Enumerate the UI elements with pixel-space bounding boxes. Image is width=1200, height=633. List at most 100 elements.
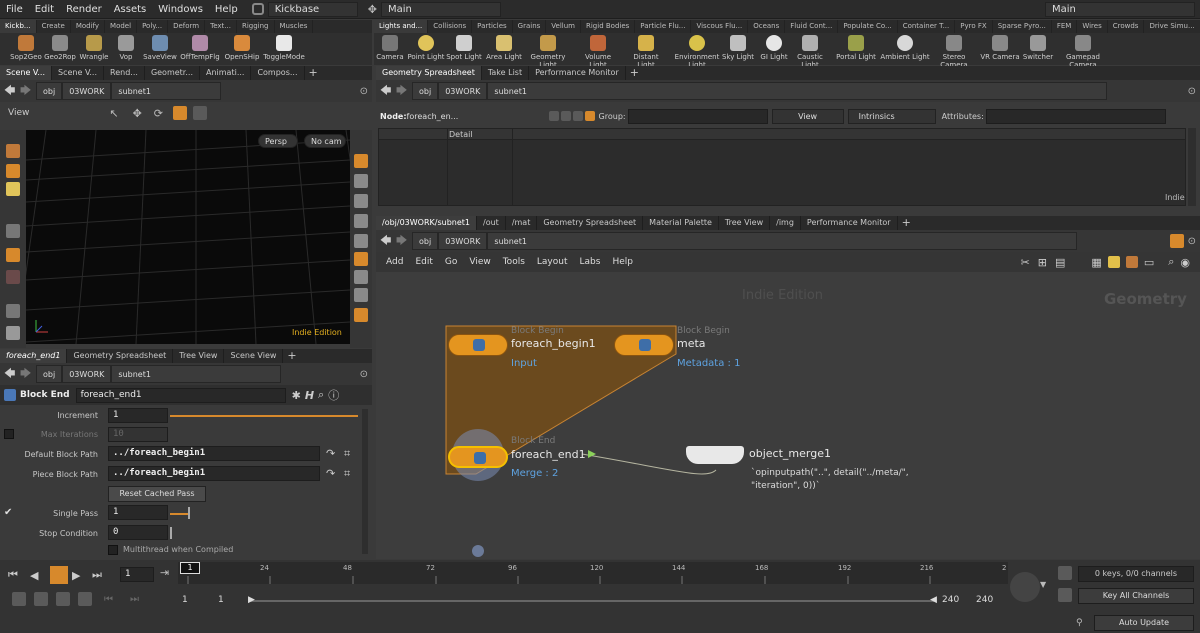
shelf-tab[interactable]: Container T...: [898, 20, 956, 33]
menu-render[interactable]: Render: [60, 0, 108, 19]
shelf-tab[interactable]: Text...: [205, 20, 237, 33]
tab-animation[interactable]: Animati...: [200, 66, 252, 80]
points-icon[interactable]: [548, 111, 559, 121]
add-tab-icon[interactable]: +: [898, 216, 915, 230]
snapshot-icon[interactable]: [354, 308, 368, 322]
lock-camera-icon[interactable]: [6, 248, 20, 262]
play-reverse-icon[interactable]: ◀: [30, 569, 50, 582]
tool-area-light[interactable]: Area Light: [482, 35, 526, 61]
shelf-tab[interactable]: Pyro FX: [955, 20, 993, 33]
params-scrollbar[interactable]: [362, 409, 368, 554]
tab-img[interactable]: /img: [770, 216, 801, 230]
shelf-tab[interactable]: Muscles: [275, 20, 314, 33]
pin-icon[interactable]: ⊙: [1188, 86, 1196, 97]
tab-out[interactable]: /out: [477, 216, 506, 230]
tab-geometry-spreadsheet[interactable]: Geometry Spreadsheet: [67, 349, 174, 363]
persp-menu[interactable]: Persp: [258, 134, 298, 148]
path-subnet1[interactable]: subnet1: [111, 82, 222, 100]
forward-arrow-icon[interactable]: 🡆: [20, 365, 36, 384]
help-icon[interactable]: H: [305, 389, 314, 402]
loop-icon[interactable]: [56, 592, 70, 606]
key-prev-icon[interactable]: ⏮: [104, 594, 113, 605]
layout-icon[interactable]: ▭: [1144, 256, 1154, 269]
tool-openship[interactable]: OpenSHip: [220, 35, 264, 61]
info-icon[interactable]: ⓘ: [328, 387, 339, 403]
channel-icon[interactable]: [1058, 566, 1072, 580]
pin-icon[interactable]: ⊙: [1188, 236, 1196, 247]
menu-assets[interactable]: Assets: [108, 0, 153, 19]
menu-tools[interactable]: Tools: [503, 257, 525, 267]
end1-name[interactable]: foreach_end1: [511, 448, 586, 461]
tab-scene-view[interactable]: Scene View: [224, 349, 284, 363]
single-pass-slider[interactable]: [170, 513, 188, 515]
shelf-tab[interactable]: FEM: [1052, 20, 1078, 33]
path-03work[interactable]: 03WORK: [62, 365, 112, 383]
group-field[interactable]: [627, 108, 768, 124]
jump-icon[interactable]: ↷: [326, 447, 335, 460]
image-icon[interactable]: [1125, 256, 1138, 268]
shelf-tab[interactable]: Deform: [168, 20, 206, 33]
right-context-dropdown[interactable]: Main: [1045, 2, 1195, 17]
key-next-icon[interactable]: ⏭: [130, 594, 139, 605]
menu-labs[interactable]: Labs: [580, 257, 601, 267]
view-display-icon[interactable]: [6, 326, 20, 340]
shelf-tab[interactable]: Grains: [513, 20, 547, 33]
snap-icon[interactable]: [6, 270, 20, 284]
shelf-tab[interactable]: Sparse Pyro...: [993, 20, 1052, 33]
tool-spot-light[interactable]: Spot Light: [442, 35, 486, 61]
menu-file[interactable]: File: [0, 0, 29, 19]
shelf-tab[interactable]: Wires: [1077, 20, 1108, 33]
tab-scene-view-2[interactable]: Scene V...: [52, 66, 105, 80]
tools-icon[interactable]: ✂: [1021, 256, 1030, 269]
pin-view-icon[interactable]: [354, 270, 368, 284]
shelf-tab[interactable]: Oceans: [748, 20, 786, 33]
path-03work[interactable]: 03WORK: [438, 232, 488, 250]
piece-path-field[interactable]: ../foreach_begin1: [108, 466, 320, 481]
pose-tool-icon[interactable]: [6, 224, 20, 238]
tool-stereo-camera[interactable]: Stereo Camera: [932, 35, 976, 69]
shelf-tab[interactable]: Model: [105, 20, 138, 33]
path-obj[interactable]: obj: [412, 232, 439, 250]
menu-help[interactable]: Help: [612, 257, 633, 267]
begin1-name[interactable]: foreach_begin1: [511, 337, 596, 350]
back-arrow-icon[interactable]: 🡄: [380, 232, 396, 251]
tab-foreach-end1[interactable]: foreach_end1: [0, 349, 68, 363]
tab-geometry-spreadsheet[interactable]: Geometry Spreadsheet: [537, 216, 644, 230]
meta-name[interactable]: meta: [677, 337, 706, 350]
play-icon[interactable]: ▶: [72, 569, 92, 582]
shelf-tab[interactable]: Crowds: [1108, 20, 1145, 33]
path-subnet1[interactable]: subnet1: [111, 365, 282, 383]
range-slider[interactable]: [250, 600, 934, 602]
range-end-handle[interactable]: ◀: [930, 595, 937, 605]
realtime-icon[interactable]: [12, 592, 26, 606]
increment-slider[interactable]: [170, 415, 358, 417]
global-anim-icon[interactable]: [78, 592, 92, 606]
shelf-tab[interactable]: Collisions: [428, 20, 473, 33]
default-path-field[interactable]: ../foreach_begin1: [108, 446, 320, 461]
start-frame-1[interactable]: 1: [182, 595, 188, 605]
context-dropdown[interactable]: Main: [380, 1, 501, 17]
sticky-note-icon[interactable]: [1107, 256, 1120, 268]
key-all-channels-button[interactable]: Key All Channels: [1078, 588, 1194, 604]
tab-geometry[interactable]: Geometr...: [145, 66, 200, 80]
light-icon[interactable]: [354, 252, 368, 266]
shelf-tab[interactable]: Vellum: [546, 20, 581, 33]
select-tool-icon[interactable]: ↖: [109, 107, 118, 120]
tab-mat[interactable]: /mat: [506, 216, 538, 230]
tab-performance-monitor[interactable]: Performance Monitor: [801, 216, 898, 230]
detail-icon[interactable]: [584, 111, 595, 121]
menu-edit[interactable]: Edit: [29, 0, 60, 19]
tool-ambient-light[interactable]: Ambient Light: [880, 35, 930, 61]
tool-gamepad-camera[interactable]: Gamepad Camera: [1058, 35, 1108, 69]
vertices-icon[interactable]: [560, 111, 571, 121]
view-dropdown[interactable]: View: [771, 108, 844, 124]
network-pin-icon[interactable]: [1169, 234, 1184, 248]
step-icon[interactable]: ⇥: [160, 566, 169, 579]
path-obj[interactable]: obj: [36, 365, 63, 383]
tool-offtempflg[interactable]: OffTempFlg: [178, 35, 222, 61]
tab-tree-view[interactable]: Tree View: [173, 349, 225, 363]
key-wheel-icon[interactable]: [1010, 572, 1040, 602]
viewport-canvas[interactable]: Persp No cam Indie Edition: [26, 130, 350, 344]
single-pass-slider-handle[interactable]: [188, 507, 190, 519]
forward-arrow-icon[interactable]: 🡆: [396, 232, 412, 251]
